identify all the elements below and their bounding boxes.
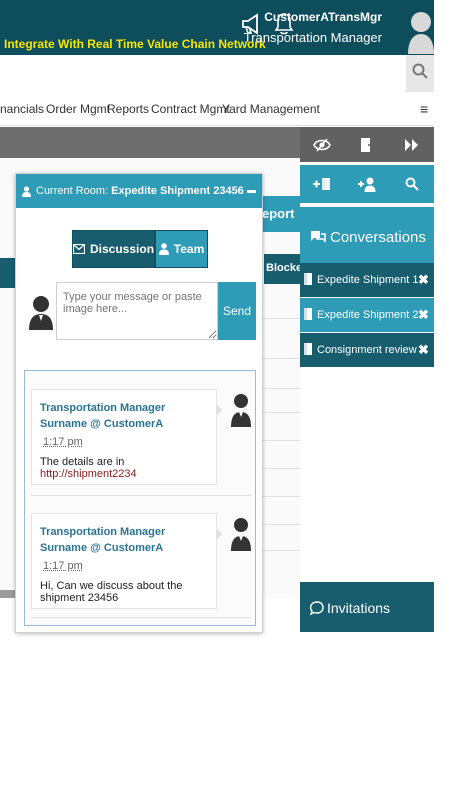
message-text: Hi, Can we discuss about the shipment 23… (40, 580, 183, 604)
nav-item-order-mgmt[interactable]: Order Mgmt (46, 102, 110, 116)
minimize-icon[interactable] (247, 190, 256, 193)
background-row-divider (262, 358, 300, 359)
close-icon[interactable]: ✖ (418, 342, 434, 358)
composer-avatar-icon (28, 292, 54, 330)
conversation-item[interactable]: Consignment review ✖ (300, 333, 434, 367)
invitations-title: Invitations (327, 600, 391, 616)
collapse-panel-icon[interactable] (389, 127, 434, 162)
conversations-title: Conversations (330, 229, 426, 246)
background-toolbar (0, 127, 300, 158)
search-input[interactable] (0, 55, 404, 92)
message-item: Transportation Manager Surname @ Custome… (31, 513, 223, 609)
background-table-header-left (0, 258, 15, 288)
message-item: Transportation Manager Surname @ Custome… (31, 389, 223, 485)
message-input[interactable] (56, 282, 218, 340)
collab-toolbar (300, 127, 434, 162)
chat-header[interactable]: Current Room: Expedite Shipment 23456 (16, 174, 262, 208)
search-bar (0, 55, 434, 92)
main-nav: nancials Order Mgmt Reports Contract Mgm… (0, 92, 434, 126)
chat-window: Current Room: Expedite Shipment 23456 Di… (15, 173, 263, 633)
message-divider (31, 617, 251, 618)
chat-bubble-icon (309, 601, 324, 618)
message-time: 1:17 pm (43, 560, 83, 572)
message-list[interactable]: Transportation Manager Surname @ Custome… (24, 370, 256, 626)
message-author: Transportation Manager Surname @ Custome… (40, 402, 166, 430)
conversation-label: Expedite Shipment 12345 (317, 274, 418, 286)
collab-actions (300, 165, 434, 203)
background-row-divider (262, 524, 300, 525)
nav-item-reports[interactable]: Reports (107, 102, 149, 116)
add-user-icon[interactable] (345, 165, 390, 203)
user-role: Transportation Manager (243, 30, 382, 45)
message-icon (73, 244, 85, 254)
tab-discussion-label: Discussion (90, 242, 155, 256)
message-author: Transportation Manager Surname @ Custome… (40, 526, 166, 554)
banner-tagline: Integrate With Real Time Value Chain Net… (4, 37, 266, 51)
close-icon[interactable]: ✖ (418, 272, 434, 288)
message-link[interactable]: http://shipment2234 (40, 468, 137, 480)
close-icon[interactable]: ✖ (418, 307, 434, 323)
chat-tabs: Discussion Team (72, 230, 208, 268)
room-label: Current Room: (36, 185, 109, 197)
invitations-header[interactable]: Invitations (300, 582, 434, 632)
message-caret (216, 528, 223, 540)
background-row-divider (262, 468, 300, 469)
send-button[interactable]: Send (218, 282, 256, 340)
nav-more-menu[interactable]: ≡ (420, 101, 428, 117)
background-scrollbar[interactable] (0, 590, 15, 598)
add-room-icon[interactable] (300, 165, 345, 203)
message-time: 1:17 pm (43, 436, 83, 448)
conversation-icon (304, 272, 312, 288)
background-panel-header: eport (262, 196, 300, 232)
top-header: Integrate With Real Time Value Chain Net… (0, 0, 434, 55)
search-button[interactable] (406, 55, 434, 92)
conversation-item[interactable]: Expedite Shipment 12345 ✖ (300, 263, 434, 297)
search-icon[interactable] (389, 165, 434, 203)
background-row-divider (262, 318, 300, 319)
user-avatar-icon[interactable] (408, 8, 434, 54)
message-caret (216, 404, 223, 416)
hide-panel-icon[interactable] (300, 127, 345, 162)
nav-item-financials[interactable]: nancials (0, 102, 44, 116)
message-divider (31, 495, 251, 496)
background-row-divider (262, 388, 300, 389)
conversation-item[interactable]: Expedite Shipment 23456 ✖ (300, 298, 434, 332)
background-row-divider (262, 496, 300, 497)
collaboration-panel: Conversations Expedite Shipment 12345 ✖ … (300, 127, 434, 632)
background-column-header[interactable]: Blocked (264, 254, 309, 284)
conversation-icon (304, 342, 312, 358)
message-avatar-icon (231, 391, 251, 427)
tab-team[interactable]: Team (155, 230, 208, 268)
background-row-divider (262, 550, 300, 551)
message-text-prefix: The details are in (40, 456, 125, 468)
room-name: Expedite Shipment 23456 (111, 185, 244, 197)
background-row-divider (262, 412, 300, 413)
nav-item-contract-mgmt[interactable]: Contract Mgmt (151, 102, 230, 116)
conversations-header[interactable]: Conversations (300, 207, 434, 263)
chat-bubbles-icon (310, 230, 326, 248)
conversation-label: Consignment review (317, 344, 417, 356)
user-icon (158, 243, 169, 255)
message-text: The details are in http://shipment2234 (40, 456, 208, 480)
tab-team-label: Team (173, 242, 205, 256)
message-avatar-icon (231, 515, 251, 551)
exit-icon[interactable] (345, 127, 390, 162)
search-icon (412, 63, 428, 84)
tab-discussion[interactable]: Discussion (72, 230, 156, 268)
nav-item-yard-management[interactable]: Yard Management (222, 102, 320, 116)
background-row-divider (262, 440, 300, 441)
user-icon (22, 185, 31, 197)
conversation-icon (304, 307, 312, 323)
user-name[interactable]: CustomerATransMgr (264, 10, 382, 24)
conversation-label: Expedite Shipment 23456 (317, 309, 418, 321)
